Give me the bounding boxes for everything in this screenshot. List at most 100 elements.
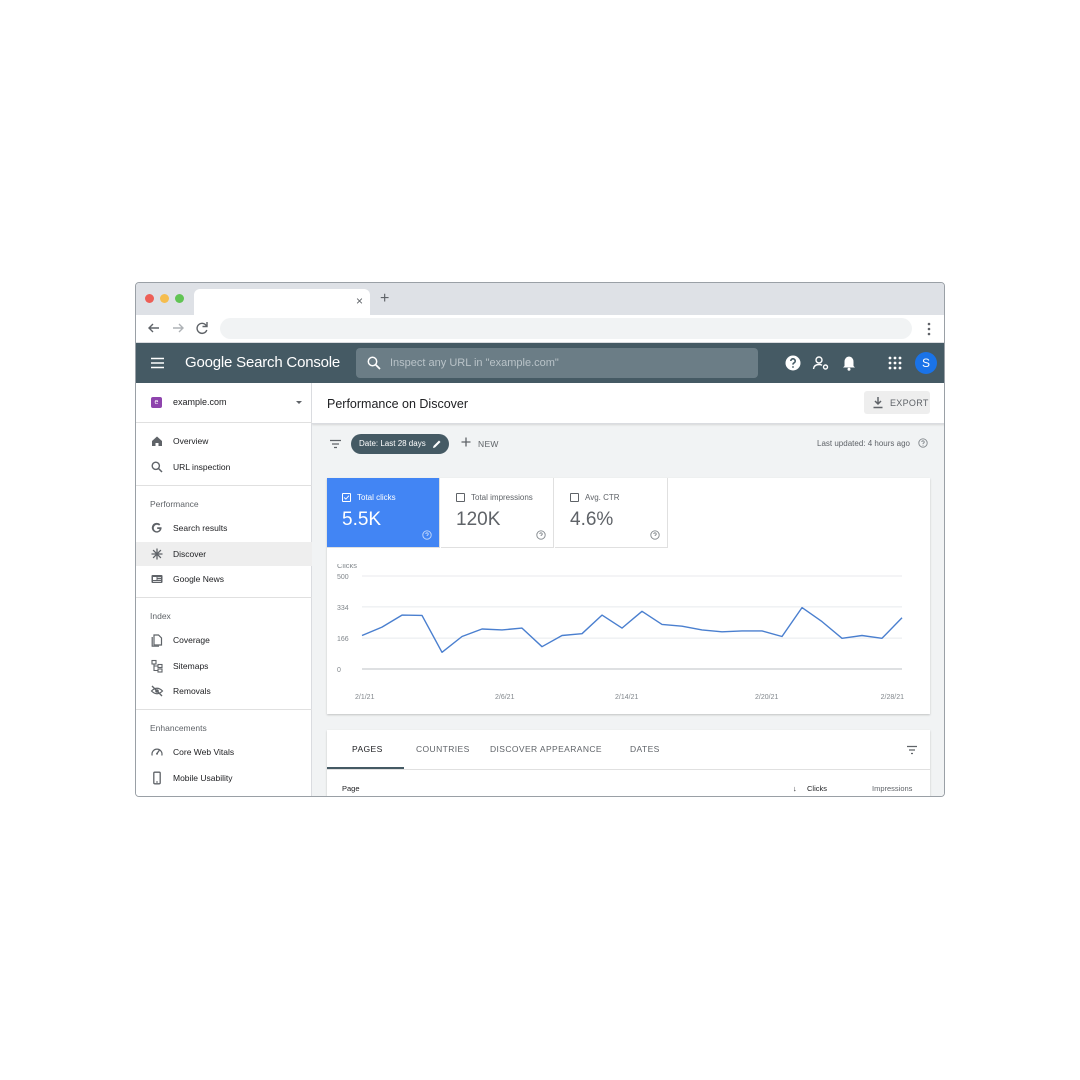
data-point [721, 631, 723, 633]
tab-dates[interactable]: DATES [630, 744, 660, 754]
section-title-performance: Performance [150, 499, 199, 509]
data-point [421, 614, 423, 616]
metric-label: Total clicks [357, 493, 396, 502]
sidebar-item-sitemaps[interactable]: Sitemaps [136, 654, 312, 678]
table-filter-icon[interactable] [906, 745, 918, 755]
search-icon [151, 461, 163, 473]
browser-menu-icon[interactable] [922, 320, 936, 338]
help-circle-icon[interactable] [422, 530, 432, 540]
app-brand[interactable]: Google Search Console [185, 354, 340, 371]
sidebar-item-core-web-vitals[interactable]: Core Web Vitals [136, 740, 312, 764]
column-header-impressions[interactable]: Impressions [872, 784, 912, 793]
sidebar-item-url-inspection[interactable]: URL inspection [136, 455, 312, 479]
notifications-bell-icon[interactable] [840, 354, 858, 372]
y-tick-label: 166 [337, 636, 349, 643]
reload-icon[interactable] [193, 318, 211, 338]
sidebar-item-mobile-usability[interactable]: Mobile Usability [136, 766, 312, 790]
metric-card-avg-ctr[interactable]: Avg. CTR 4.6% [555, 478, 668, 548]
checkbox-unchecked-icon[interactable] [570, 493, 579, 502]
metric-value: 5.5K [342, 509, 382, 530]
metric-value: 4.6% [570, 509, 614, 530]
forward-arrow-icon[interactable] [169, 318, 187, 338]
sidebar-item-discover[interactable]: Discover [136, 542, 312, 566]
help-circle-icon[interactable] [918, 438, 928, 448]
sidebar-divider [136, 597, 312, 598]
sidebar-item-label: Overview [173, 436, 209, 446]
manage-users-icon[interactable] [812, 354, 830, 372]
tab-pages[interactable]: PAGES [352, 744, 383, 754]
data-point [761, 630, 763, 632]
sidebar-item-label: Sitemaps [173, 661, 209, 671]
avatar[interactable]: S [915, 352, 937, 374]
metric-label: Avg. CTR [585, 493, 620, 502]
help-circle-icon[interactable] [650, 530, 660, 540]
filter-bar: Date: Last 28 days NEW Last updated: 4 h… [312, 425, 944, 463]
data-point [541, 645, 543, 647]
data-point [601, 614, 603, 616]
sidebar-item-google-news[interactable]: Google News [136, 567, 312, 591]
sort-arrow-icon[interactable]: ↓ [793, 784, 797, 793]
data-point [821, 620, 823, 622]
google-g-icon [151, 522, 162, 533]
tab-close-icon[interactable]: × [356, 294, 363, 308]
page-title: Performance on Discover [327, 397, 469, 411]
page-header: Performance on Discover EXPORT [312, 383, 944, 424]
new-filter-button[interactable]: NEW [478, 439, 499, 449]
maximize-window-button[interactable] [175, 294, 184, 303]
metric-value: 120K [456, 509, 501, 530]
chevron-down-icon [296, 401, 302, 404]
property-name: example.com [173, 397, 227, 407]
new-tab-button[interactable]: + [380, 290, 389, 308]
y-tick-label: 500 [337, 574, 349, 581]
apps-grid-icon[interactable] [886, 354, 904, 372]
metric-card-total-impressions[interactable]: Total impressions 120K [441, 478, 554, 548]
data-point [501, 629, 503, 631]
address-bar[interactable] [220, 318, 912, 339]
data-point [621, 627, 623, 629]
help-icon[interactable] [784, 354, 802, 372]
plus-icon[interactable] [461, 437, 471, 447]
date-filter-chip[interactable]: Date: Last 28 days [351, 434, 449, 454]
sidebar-item-search-results[interactable]: Search results [136, 516, 312, 540]
x-tick-label: 2/28/21 [881, 694, 904, 701]
main-content: Performance on Discover EXPORT Date: Las… [312, 383, 944, 796]
sidebar: e example.com Overview URL inspection Pe… [136, 383, 312, 796]
data-point [401, 614, 403, 616]
close-window-button[interactable] [145, 294, 154, 303]
export-button[interactable]: EXPORT [864, 391, 930, 414]
checkbox-checked-icon[interactable] [342, 493, 351, 502]
filter-icon[interactable] [329, 439, 342, 449]
download-icon [873, 397, 883, 409]
data-point [581, 632, 583, 634]
sidebar-divider [136, 709, 312, 710]
minimize-window-button[interactable] [160, 294, 169, 303]
checkbox-unchecked-icon[interactable] [456, 493, 465, 502]
help-circle-icon[interactable] [536, 530, 546, 540]
last-updated-text: Last updated: 4 hours ago [817, 439, 910, 448]
sidebar-item-overview[interactable]: Overview [136, 429, 312, 453]
sidebar-item-removals[interactable]: Removals [136, 679, 312, 703]
edit-pencil-icon[interactable] [432, 439, 442, 449]
metric-label: Total impressions [471, 493, 533, 502]
browser-tab[interactable]: × [194, 289, 370, 315]
phone-icon [153, 771, 161, 785]
data-point [641, 610, 643, 612]
x-tick-label: 2/6/21 [495, 694, 515, 701]
column-header-page[interactable]: Page [342, 784, 360, 793]
back-arrow-icon[interactable] [145, 318, 163, 338]
column-header-clicks[interactable]: Clicks [807, 784, 827, 793]
data-point [461, 635, 463, 637]
tab-discover-appearance[interactable]: DISCOVER APPEARANCE [490, 744, 602, 754]
sidebar-divider [136, 485, 312, 486]
url-inspect-input[interactable] [390, 348, 750, 378]
date-chip-label: Date: Last 28 days [359, 439, 426, 448]
property-badge: e [151, 397, 162, 408]
export-label: EXPORT [890, 398, 929, 408]
x-tick-label: 2/14/21 [615, 694, 638, 701]
hamburger-menu-icon[interactable] [150, 355, 166, 371]
metric-card-total-clicks[interactable]: Total clicks 5.5K [327, 478, 440, 548]
property-selector[interactable]: e example.com [136, 383, 312, 423]
tab-countries[interactable]: COUNTRIES [416, 744, 470, 754]
discover-asterisk-icon [151, 548, 163, 560]
sidebar-item-coverage[interactable]: Coverage [136, 628, 312, 652]
